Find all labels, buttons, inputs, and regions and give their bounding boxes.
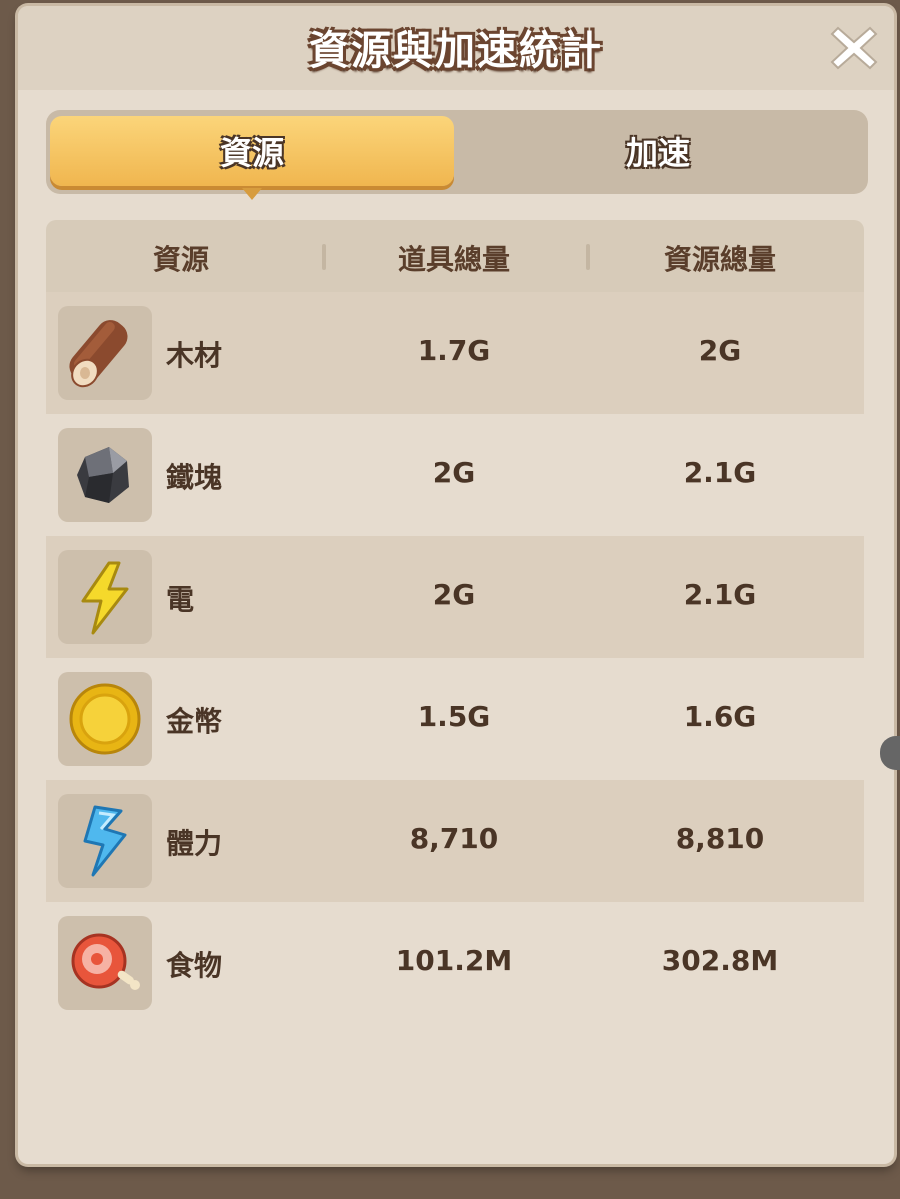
header-resource-total: 資源總量 — [663, 243, 776, 276]
header-resource: 資源 — [152, 243, 209, 276]
table-row: 鐵塊 2G 2.1G — [46, 414, 864, 536]
item-total: 101.2M — [395, 944, 513, 977]
resource-total: 8,810 — [675, 822, 765, 855]
header-item-total: 道具總量 — [397, 243, 510, 276]
tab-resources[interactable]: 資源 — [50, 116, 454, 200]
table-row: 體力 8,710 8,810 — [46, 780, 864, 902]
lightning-icon — [58, 550, 152, 644]
table-header: 資源 道具總量 資源總量 — [46, 220, 864, 292]
item-total: 8,710 — [409, 822, 499, 855]
item-total: 2G — [432, 578, 476, 611]
iron-ore-icon — [58, 428, 152, 522]
gold-coin-icon — [58, 672, 152, 766]
close-button[interactable] — [830, 24, 878, 72]
header-divider — [586, 244, 590, 270]
resource-name: 食物 — [166, 949, 223, 982]
resource-name: 鐵塊 — [166, 461, 223, 494]
meat-icon — [58, 916, 152, 1010]
tab-speedups[interactable]: 加速 — [456, 116, 860, 186]
item-total: 1.5G — [417, 700, 491, 733]
table-row: 食物 101.2M 302.8M — [46, 902, 864, 1024]
resource-name: 金幣 — [166, 705, 223, 738]
dialog-header: 資源與加速統計 — [18, 6, 894, 90]
item-total: 2G — [432, 456, 476, 489]
stats-dialog: 資源與加速統計 資源 加速 資源 道具總量 資源總量 木材 1.7G 2G 鐵塊… — [18, 6, 894, 1164]
table-row: 金幣 1.5G 1.6G — [46, 658, 864, 780]
table-row: 電 2G 2.1G — [46, 536, 864, 658]
resource-total: 2G — [698, 334, 742, 367]
resource-name: 體力 — [166, 827, 223, 860]
resource-name: 木材 — [166, 339, 223, 372]
table-row: 木材 1.7G 2G — [46, 292, 864, 414]
resource-table: 資源 道具總量 資源總量 木材 1.7G 2G 鐵塊 2G 2.1G 電 2G … — [46, 220, 864, 1024]
resource-total: 302.8M — [661, 944, 779, 977]
tab-bar: 資源 加速 — [46, 110, 868, 200]
resource-total: 1.6G — [683, 700, 757, 733]
item-total: 1.7G — [417, 334, 491, 367]
stamina-bolt-icon — [58, 794, 152, 888]
resource-total: 2.1G — [683, 456, 757, 489]
close-icon — [830, 26, 878, 70]
resource-name: 電 — [166, 583, 195, 616]
wood-log-icon — [58, 306, 152, 400]
resource-total: 2.1G — [683, 578, 757, 611]
header-divider — [322, 244, 326, 270]
dialog-title: 資源與加速統計 — [309, 28, 603, 74]
